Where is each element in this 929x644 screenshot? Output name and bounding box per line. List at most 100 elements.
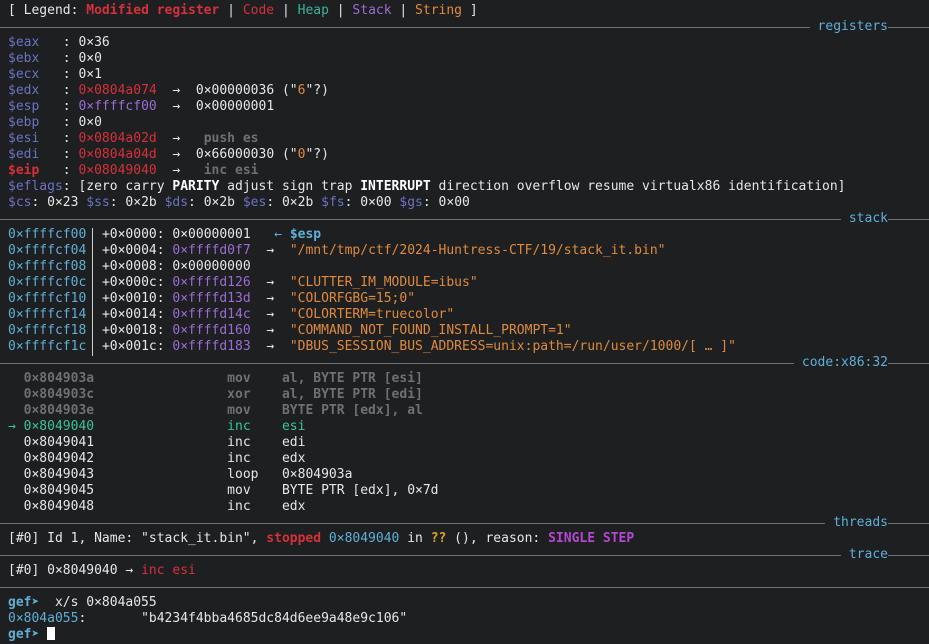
code-operands: al, BYTE PTR [esi]: [281, 371, 423, 386]
code-address: 0×804903e: [23, 403, 95, 418]
trace-separator: trace: [0, 547, 929, 563]
code-address: 0×8049048: [23, 499, 95, 514]
code-line: 0×804903a mov al, BYTE PTR [esi]: [8, 371, 423, 387]
terminal[interactable]: [ Legend: Modified register | Code | Hea…: [0, 0, 929, 644]
register-edi: $edi : 0×0804a04d → 0×66000030 ("0"?): [8, 147, 329, 162]
gef-prompt: gef➤: [8, 595, 40, 610]
code-operands: al, BYTE PTR [edi]: [281, 387, 423, 402]
thread-info: Id 1, Name: "stack_it.bin",: [39, 531, 267, 546]
reg-name: $eax: [8, 35, 40, 50]
stack-row: 0×ffffcf00 +0×0000: 0×00000001 ← $esp: [8, 227, 321, 243]
output-value: "b4234f4bba4685dc84d6ee9a48e9c106": [86, 611, 408, 626]
code-mnemonic: inc: [227, 419, 251, 434]
end-separator: [0, 579, 929, 595]
thread-status: stopped: [266, 531, 322, 546]
stack-offset: +0×0000:: [101, 227, 165, 242]
arrow-icon: →: [172, 147, 181, 162]
code-operands: esi: [281, 419, 306, 434]
eflags-flags: adjust sign trap: [219, 179, 361, 194]
stack-row: 0×ffffcf10 +0×0010: 0×ffffd13d → "COLORF…: [8, 291, 415, 307]
stack-offset: +0×001c:: [101, 339, 165, 354]
reg-deref: inc esi: [203, 163, 259, 178]
code-line: 0×8049045 mov BYTE PTR [edx], 0×7d: [8, 483, 439, 499]
code-address: 0×804903a: [23, 371, 95, 386]
reg-name: $eip: [8, 163, 40, 178]
arrow-icon: →: [266, 291, 275, 306]
section-title-threads: threads: [825, 515, 888, 531]
stack-address: 0×ffffcf1c: [8, 339, 87, 354]
code-line: 0×8049043 loop 0×804903a: [8, 467, 353, 483]
reg-deref: 0×66000030 (": [195, 147, 298, 162]
reg-value: 0×36: [78, 35, 110, 50]
reg-value: 0×0: [78, 51, 102, 66]
console-input-line[interactable]: gef➤: [8, 627, 56, 643]
thread-id: [#0]: [8, 531, 40, 546]
legend-string: String: [415, 3, 463, 18]
register-esi: $esi : 0×0804a02d → push es: [8, 131, 259, 146]
code-address: 0×8049045: [23, 483, 95, 498]
reg-name: $esi: [8, 131, 40, 146]
stack-note: "/mnt/tmp/ctf/2024-Huntress-CTF/19/stack…: [289, 243, 666, 258]
code-address: 0×8049042: [23, 451, 95, 466]
section-title-code: code:x86:32: [793, 355, 888, 371]
legend-stack: Stack: [352, 3, 392, 18]
segment-name: $cs: [8, 195, 32, 210]
code-line: 0×804903c xor al, BYTE PTR [edi]: [8, 387, 423, 403]
code-mnemonic: xor: [227, 387, 251, 402]
segment-value: 0×2b: [281, 195, 314, 210]
stack-address: 0×ffffcf10: [8, 291, 87, 306]
eflags-flags: [zero carry: [78, 179, 173, 194]
arrow-icon: →: [266, 323, 275, 338]
reg-value: 0×08049040: [78, 163, 157, 178]
arrow-icon: →: [266, 307, 275, 322]
eflags-flags: direction overflow resume virtualx86 ide…: [430, 179, 846, 194]
stack-offset: +0×0008:: [101, 259, 165, 274]
code-mnemonic: mov: [227, 483, 251, 498]
console-command: x/s 0×804a055: [39, 595, 157, 610]
register-ebx: $ebx : 0×0: [8, 51, 102, 66]
reg-name: $ecx: [8, 67, 40, 82]
code-line: 0×8049041 inc edi: [8, 435, 306, 451]
section-title-stack: stack: [840, 211, 888, 227]
thread-address: 0×8049040: [328, 531, 400, 546]
stack-row: 0×ffffcf1c +0×001c: 0×ffffd183 → "DBUS_S…: [8, 339, 736, 355]
arrow-icon: →: [172, 163, 181, 178]
trace-instruction: inc esi: [141, 563, 196, 578]
stack-separator: stack: [0, 211, 929, 227]
arrow-left-icon: ←: [274, 227, 282, 242]
stack-offset: +0×0004:: [101, 243, 165, 258]
segment-value: 0×00: [360, 195, 392, 210]
legend-modified: Modified register: [86, 3, 220, 18]
stack-offset: +0×0014:: [101, 307, 165, 322]
stack-value: 0×ffffd160: [172, 323, 251, 338]
legend-sep: |: [391, 3, 416, 18]
thread-reason-label: (), reason:: [446, 531, 549, 546]
segment-value: 0×23: [47, 195, 79, 210]
thread-line: [#0] Id 1, Name: "stack_it.bin", stopped…: [8, 531, 634, 547]
legend-code: Code: [242, 3, 275, 18]
reg-deref: 0×00000036 (": [195, 83, 298, 98]
segment-name: $fs: [321, 195, 345, 210]
reg-name: $ebp: [8, 115, 40, 130]
register-ebp: $ebp : 0×0: [8, 115, 102, 130]
stack-note: "COLORTERM=truecolor": [289, 307, 455, 322]
legend-sep: |: [219, 3, 243, 18]
stack-note: "COLORFGBG=15;0": [289, 291, 416, 306]
arrow-icon: →: [266, 243, 275, 258]
registers-separator: registers: [0, 19, 929, 35]
legend-sep: |: [274, 3, 298, 18]
code-separator: code:x86:32: [0, 355, 929, 371]
current-instruction-arrow-icon: →: [8, 419, 16, 434]
stack-address: 0×ffffcf0c: [8, 275, 87, 290]
trace-line: [#0] 0×8049040 → inc esi: [8, 563, 196, 579]
code-line: 0×804903e mov BYTE PTR [edx], al: [8, 403, 423, 419]
stack-row: 0×ffffcf18 +0×0018: 0×ffffd160 → "COMMAN…: [8, 323, 572, 339]
code-mnemonic: mov: [227, 371, 251, 386]
code-mnemonic: inc: [227, 435, 251, 450]
code-address: 0×8049040: [23, 419, 95, 434]
text-cursor[interactable]: [47, 627, 56, 640]
arrow-icon: →: [172, 83, 181, 98]
reg-value: 0×0: [78, 115, 102, 130]
console-output-line: 0×804a055: "b4234f4bba4685dc84d6ee9a48e9…: [8, 611, 407, 627]
legend-heap: Heap: [297, 3, 329, 18]
